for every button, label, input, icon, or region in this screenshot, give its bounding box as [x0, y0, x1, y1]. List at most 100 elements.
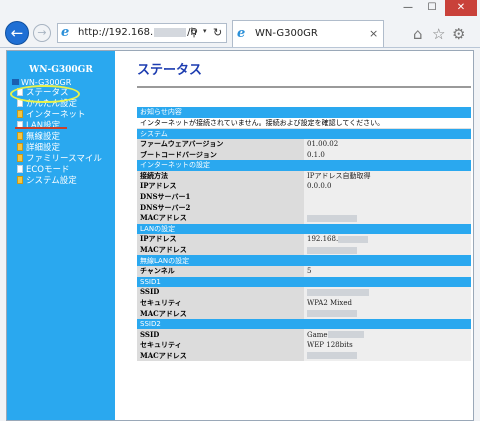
row-key: DNSサーバー1	[137, 191, 304, 203]
row-value-cell: 01.00.02	[304, 138, 471, 150]
section-header: SSID2	[137, 318, 471, 330]
row-key: MACアドレス	[137, 308, 304, 319]
row-value: 5	[307, 267, 312, 276]
section-label: お知らせ内容	[137, 107, 471, 118]
row-key: IPアドレス	[137, 181, 304, 192]
address-text: http://192.168./h	[78, 27, 197, 38]
sidebar-item-label: システム設定	[26, 176, 77, 186]
home-icon[interactable]: ⌂	[413, 25, 423, 43]
row-key: セキュリティ	[137, 340, 304, 351]
section-header: システム	[137, 128, 471, 139]
table-row: IPアドレス 192.168.	[137, 234, 471, 245]
page-frame: WN-G300GR WN-G300GR ステータス かんたん設定 インターネット LA…	[6, 50, 474, 421]
row-value-cell: 0.1.0	[304, 149, 471, 160]
row-key: MACアドレス	[137, 244, 304, 256]
sidebar-item-label: 無線設定	[26, 132, 61, 142]
row-value-cell	[304, 244, 471, 256]
tab-title: WN-G300GR	[255, 28, 318, 39]
row-value-cell: 0.0.0.0	[304, 181, 471, 192]
close-window-button[interactable]: ✕	[445, 0, 477, 16]
table-row: IPアドレス 0.0.0.0	[137, 181, 471, 192]
table-row: DNSサーバー1	[137, 191, 471, 203]
table-row: チャンネル 5	[137, 265, 471, 277]
row-key: ファームウェアバージョン	[137, 138, 304, 150]
close-tab-icon[interactable]: ×	[369, 27, 378, 40]
redacted-block	[307, 352, 357, 360]
ie-icon: e	[61, 25, 70, 40]
sidebar-item[interactable]: 無線設定	[17, 132, 102, 143]
sidebar-item-label: ファミリースマイル	[26, 154, 102, 164]
row-value-cell	[304, 202, 471, 213]
gear-icon[interactable]: ⚙	[452, 25, 465, 43]
sidebar-item-label: インターネット	[26, 110, 86, 120]
redacted-block	[338, 235, 369, 243]
row-value-cell	[304, 191, 471, 203]
sidebar-item[interactable]: ファミリースマイル	[17, 154, 102, 165]
redacted-block	[307, 310, 357, 318]
row-value: WEP 128bits	[307, 341, 353, 350]
table-row: MACアドレス	[137, 350, 471, 362]
row-key: チャンネル	[137, 265, 304, 277]
row-value-cell: WPA2 Mixed	[304, 297, 471, 309]
table-row: ブートコードバージョン 0.1.0	[137, 149, 471, 160]
notice-row: インターネットが接続されていません。接続および設定を確認してください。	[137, 117, 471, 129]
table-row: MACアドレス	[137, 244, 471, 256]
sidebar-item[interactable]: インターネット	[17, 110, 102, 121]
row-value: IPアドレス自動取得	[307, 171, 371, 180]
section-header: インターネットの設定	[137, 159, 471, 171]
redacted-block	[307, 246, 357, 254]
table-row: MACアドレス	[137, 308, 471, 319]
sidebar: WN-G300GR WN-G300GR ステータス かんたん設定 インターネット LA…	[7, 51, 115, 420]
section-label: システム	[137, 128, 471, 139]
search-icon[interactable]: ⚲	[190, 26, 198, 39]
folder-icon	[17, 176, 23, 184]
divider	[137, 86, 471, 88]
table-row: ファームウェアバージョン 01.00.02	[137, 138, 471, 150]
minimize-button[interactable]: —	[397, 0, 419, 16]
ie-icon: e	[237, 26, 246, 41]
sidebar-menu: ステータス かんたん設定 インターネット LAN設定 無線設定 詳細設定 ファミリースマイル…	[17, 88, 102, 187]
redacted-block	[307, 214, 357, 222]
table-row: セキュリティ WEP 128bits	[137, 340, 471, 351]
favorites-icon[interactable]: ☆	[432, 25, 445, 43]
doc-icon	[17, 165, 23, 173]
status-table: お知らせ内容 インターネットが接続されていません。接続および設定を確認してください…	[137, 107, 471, 362]
row-value-cell: Game	[304, 329, 471, 341]
row-key: 接続方法	[137, 170, 304, 182]
sidebar-item-label: ECOモード	[26, 165, 70, 175]
row-value-cell	[304, 287, 471, 298]
row-value-cell	[304, 308, 471, 319]
underline-annotation	[15, 127, 67, 129]
back-button[interactable]: ←	[5, 21, 29, 45]
window-titlebar: — ☐ ✕	[0, 0, 480, 18]
row-value: 0.0.0.0	[307, 182, 332, 191]
table-row: SSID Game	[137, 329, 471, 341]
row-key: SSID	[137, 287, 304, 298]
row-key: IPアドレス	[137, 234, 304, 245]
sidebar-item-label: 詳細設定	[26, 143, 61, 153]
tab-status[interactable]: e WN-G300GR ×	[232, 20, 384, 47]
refresh-icon[interactable]: ↻	[213, 26, 222, 39]
row-value: 192.168.	[307, 235, 339, 244]
row-value-cell: WEP 128bits	[304, 340, 471, 351]
row-value-cell: 192.168.	[304, 234, 471, 245]
address-bar[interactable]: e http://192.168./h ⚲ ▾ ↻	[57, 23, 227, 43]
forward-button[interactable]: →	[33, 24, 51, 42]
chevron-down-icon[interactable]: ▾	[203, 27, 207, 35]
section-label: SSID2	[137, 318, 471, 330]
row-value-cell	[304, 212, 471, 224]
section-label: LANの設定	[137, 223, 471, 235]
sidebar-item[interactable]: システム設定	[17, 176, 102, 187]
row-key: セキュリティ	[137, 297, 304, 309]
row-key: SSID	[137, 329, 304, 341]
redacted-block	[327, 331, 364, 339]
table-row: MACアドレス	[137, 212, 471, 224]
table-row: 接続方法 IPアドレス自動取得	[137, 170, 471, 182]
router-icon	[12, 79, 19, 85]
sidebar-item[interactable]: 詳細設定	[17, 143, 102, 154]
maximize-button[interactable]: ☐	[421, 0, 443, 16]
redacted-block	[307, 288, 369, 296]
section-header: 無線LANの設定	[137, 255, 471, 266]
sidebar-item[interactable]: ECOモード	[17, 165, 102, 176]
table-row: セキュリティ WPA2 Mixed	[137, 297, 471, 309]
